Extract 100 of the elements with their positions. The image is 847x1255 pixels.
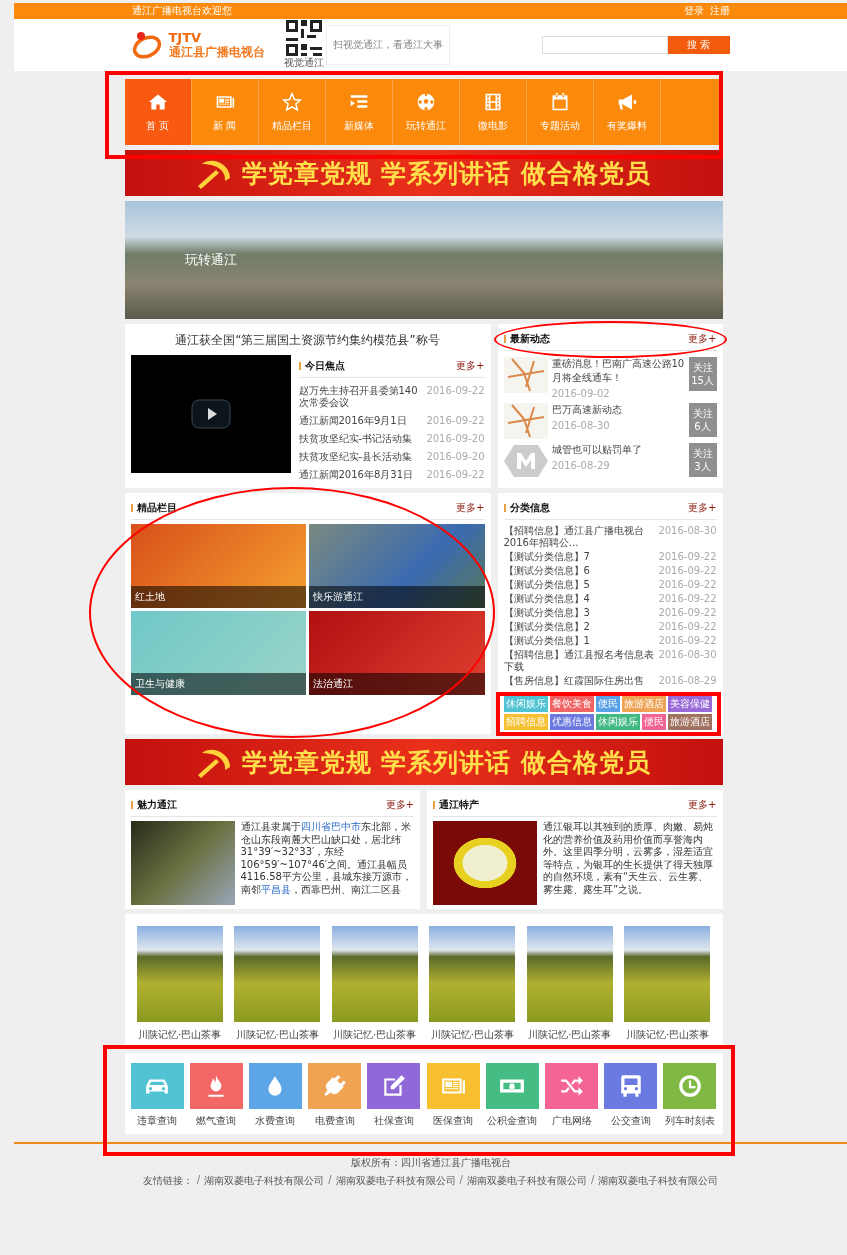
program-tile[interactable]: 法治通江: [309, 611, 485, 695]
category-tag[interactable]: 美容保健: [667, 696, 712, 712]
service-link[interactable]: 燃气查询: [189, 1063, 243, 1128]
classified-link[interactable]: 【测试分类信息】4: [503, 593, 590, 605]
classified-date: 2016-09-22: [658, 551, 717, 563]
category-tag[interactable]: 优惠信息: [549, 714, 594, 730]
service-link[interactable]: 电费查询: [308, 1063, 362, 1128]
classified-link[interactable]: 【招聘信息】通江县广播电视台2016年招聘公...: [503, 525, 655, 549]
section-title: 分类信息: [509, 501, 550, 515]
news-date: 2016-09-22: [426, 469, 485, 481]
service-tile[interactable]: [367, 1063, 421, 1109]
service-tile[interactable]: [189, 1063, 243, 1109]
news-link[interactable]: 通江新闻2016年8月31日: [298, 469, 414, 481]
text-link[interactable]: 平昌县: [260, 883, 291, 895]
classified-link[interactable]: 【测试分类信息】3: [503, 607, 590, 619]
classified-link[interactable]: 【售房信息】红霞国际住房出售: [503, 675, 644, 687]
photo-caption: 川陕记忆·巴山茶事: [137, 1028, 222, 1042]
service-link[interactable]: 医保查询: [426, 1063, 480, 1128]
service-link[interactable]: 违章查询: [130, 1063, 184, 1128]
section-title: 魅力通江: [136, 798, 177, 812]
play-button-icon[interactable]: [190, 399, 231, 429]
classified-link[interactable]: 【测试分类信息】5: [503, 579, 590, 591]
partner-link[interactable]: 湖南双菱电子科技有限公司: [335, 1174, 456, 1188]
slogan-box: 扫视觉通江，看通江大事: [325, 25, 450, 65]
classified-date: 2016-08-29: [658, 675, 717, 687]
classified-link[interactable]: 【招聘信息】通江县报名考信息表下载: [503, 649, 655, 673]
service-tile[interactable]: [604, 1063, 658, 1109]
section-title: 精品栏目: [136, 501, 177, 515]
classified-link[interactable]: 【测试分类信息】2: [503, 621, 590, 633]
classified-date: 2016-09-22: [658, 607, 717, 619]
station-name: 通江县广播电视台: [168, 45, 265, 59]
m-logo-icon: [503, 443, 548, 479]
more-link[interactable]: 更多+: [456, 501, 485, 515]
program-tile[interactable]: 卫生与健康: [130, 611, 306, 695]
news-date: 2016-09-20: [426, 433, 485, 445]
more-link[interactable]: 更多+: [688, 501, 717, 515]
service-tile[interactable]: [426, 1063, 480, 1109]
headline: 通江获全国“第三届国土资源节约集约模范县”称号: [174, 332, 441, 349]
links-label: 友情链接：: [142, 1174, 193, 1188]
service-tile[interactable]: [130, 1063, 184, 1109]
photo-caption: 川陕记忆·巴山茶事: [235, 1028, 319, 1042]
service-link[interactable]: 列车时刻表: [663, 1063, 717, 1128]
service-link[interactable]: 广电网络: [545, 1063, 599, 1128]
classified-date: 2016-09-22: [658, 621, 717, 633]
map-thumbnail: [503, 357, 548, 393]
classified-date: 2016-09-22: [658, 579, 717, 591]
more-link[interactable]: 更多+: [456, 359, 485, 373]
classified-link[interactable]: 【测试分类信息】6: [503, 565, 590, 577]
search-field[interactable]: [541, 36, 668, 54]
link-separator: /: [196, 1174, 201, 1187]
more-link[interactable]: 更多+: [688, 332, 717, 346]
partner-link[interactable]: 湖南双菱电子科技有限公司: [204, 1174, 325, 1188]
copyright-text: 版权所有：四川省通江县广播电视台: [350, 1156, 511, 1170]
more-link[interactable]: 更多+: [688, 798, 717, 812]
news-link[interactable]: 重磅消息！巴南广高速公路10月将全线通车！: [551, 357, 685, 385]
classified-date: 2016-08-30: [658, 525, 717, 538]
service-link[interactable]: 社保查询: [367, 1063, 421, 1128]
photo-caption: 川陕记忆·巴山茶事: [528, 1028, 612, 1042]
news-date: 2016-09-22: [426, 415, 485, 427]
text-link[interactable]: 四川省巴中市: [300, 821, 361, 832]
hero-caption: 玩转通江: [184, 251, 237, 269]
service-tile[interactable]: [545, 1063, 599, 1109]
photo-caption: 川陕记忆·巴山茶事: [625, 1028, 710, 1042]
partner-link[interactable]: 湖南双菱电子科技有限公司: [598, 1174, 719, 1188]
classified-link[interactable]: 【测试分类信息】1: [503, 635, 590, 647]
news-date: 2016-09-22: [426, 385, 485, 398]
news-link[interactable]: 通江新闻2016年9月1日: [298, 415, 407, 427]
service-tile[interactable]: [485, 1063, 539, 1109]
program-tile[interactable]: 红土地: [130, 524, 306, 608]
news-link[interactable]: 扶贫攻坚纪实-书记活动集: [298, 433, 413, 445]
service-link[interactable]: 公交查询: [604, 1063, 658, 1128]
partner-link[interactable]: 湖南双菱电子科技有限公司: [466, 1174, 587, 1188]
more-link[interactable]: 更多+: [385, 798, 414, 812]
banner-slogan: 学党章党规 学系列讲话 做合格党员: [241, 157, 652, 190]
intro-paragraph: 通江银耳以其独到的质厚、肉嫩、易炖化的营养价值及药用价值而享誉海内外。这里四季分明，云雾多，湿差适宜等特点，为银耳的生长提供了得天独厚的自然环境，素有“天生云、云生雾、雾生露、露生耳”之说。: [543, 821, 714, 897]
classified-date: 2016-08-30: [658, 649, 717, 662]
service-link[interactable]: 公积金查询: [485, 1063, 539, 1128]
category-tag[interactable]: 旅游酒店: [667, 714, 712, 730]
service-tile[interactable]: [663, 1063, 717, 1109]
service-tile[interactable]: [308, 1063, 362, 1109]
logo-text: TJTV: [168, 31, 203, 46]
section-title: 通江特产: [439, 798, 479, 812]
service-link[interactable]: 水费查询: [248, 1063, 302, 1128]
classified-date: 2016-09-22: [658, 565, 717, 577]
star-icon: [281, 91, 302, 112]
service-tile[interactable]: [248, 1063, 302, 1109]
classified-date: 2016-09-22: [658, 635, 717, 647]
news-link[interactable]: 扶贫攻坚纪实-县长活动集: [298, 451, 413, 463]
plug-icon: [321, 1073, 348, 1099]
classified-date: 2016-09-22: [658, 593, 717, 605]
link-separator: /: [328, 1174, 332, 1187]
news-link[interactable]: 赵万先主持召开县委第140次常委会议: [298, 385, 423, 409]
news-date: 2016-09-02: [551, 388, 611, 399]
news-link[interactable]: 城管也可以贴罚单了: [551, 443, 685, 457]
program-tile[interactable]: 快乐游通江: [309, 524, 485, 608]
photo-caption: 川陕记忆·巴山茶事: [430, 1028, 514, 1042]
intro-paragraph: 通江县隶属于四川省巴中市东北部，米仓山东段南麓大巴山缺口处，居北纬31°39′~32°33′，东经106°59′~107°46′之间。通江县幅员4116.58平方公里，县城东接万源市，南邻平昌县，西靠巴州、南江二区县: [240, 821, 413, 897]
news-link[interactable]: 巴万高速新动态: [551, 403, 685, 417]
classified-link[interactable]: 【测试分类信息】7: [503, 551, 590, 563]
banner-slogan: 学党章党规 学系列讲话 做合格党员: [241, 746, 652, 779]
